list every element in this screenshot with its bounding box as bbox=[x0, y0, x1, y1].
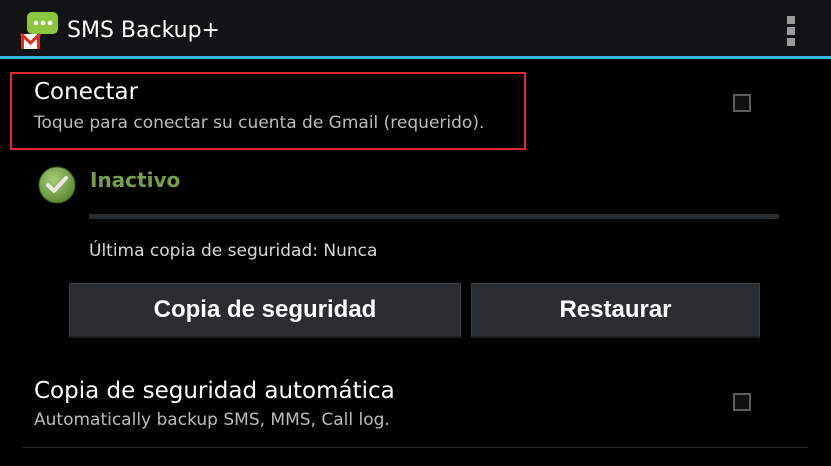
sms-backup-gmail-icon[interactable] bbox=[19, 12, 60, 52]
backup-button[interactable]: Copia de seguridad bbox=[69, 283, 461, 338]
auto-backup-preference[interactable]: Copia de seguridad automática Automatica… bbox=[0, 370, 831, 446]
highlight-annotation bbox=[10, 72, 526, 150]
action-bar: SMS Backup+ bbox=[0, 0, 831, 59]
sms-backup-screen: SMS Backup+ Conectar Toque para conectar… bbox=[0, 0, 831, 466]
auto-backup-checkbox[interactable] bbox=[733, 393, 751, 411]
connect-checkbox[interactable] bbox=[733, 94, 751, 112]
app-title: SMS Backup+ bbox=[67, 18, 220, 43]
backup-progress-bar bbox=[89, 214, 779, 219]
status-label: Inactivo bbox=[90, 168, 181, 192]
check-circle-icon bbox=[37, 165, 77, 205]
restore-button[interactable]: Restaurar bbox=[471, 283, 760, 338]
last-backup-text: Última copia de seguridad: Nunca bbox=[89, 241, 378, 261]
overflow-menu-icon[interactable] bbox=[778, 10, 804, 50]
divider bbox=[22, 447, 808, 448]
auto-backup-summary: Automatically backup SMS, MMS, Call log. bbox=[34, 410, 390, 430]
auto-backup-title: Copia de seguridad automática bbox=[34, 378, 395, 404]
